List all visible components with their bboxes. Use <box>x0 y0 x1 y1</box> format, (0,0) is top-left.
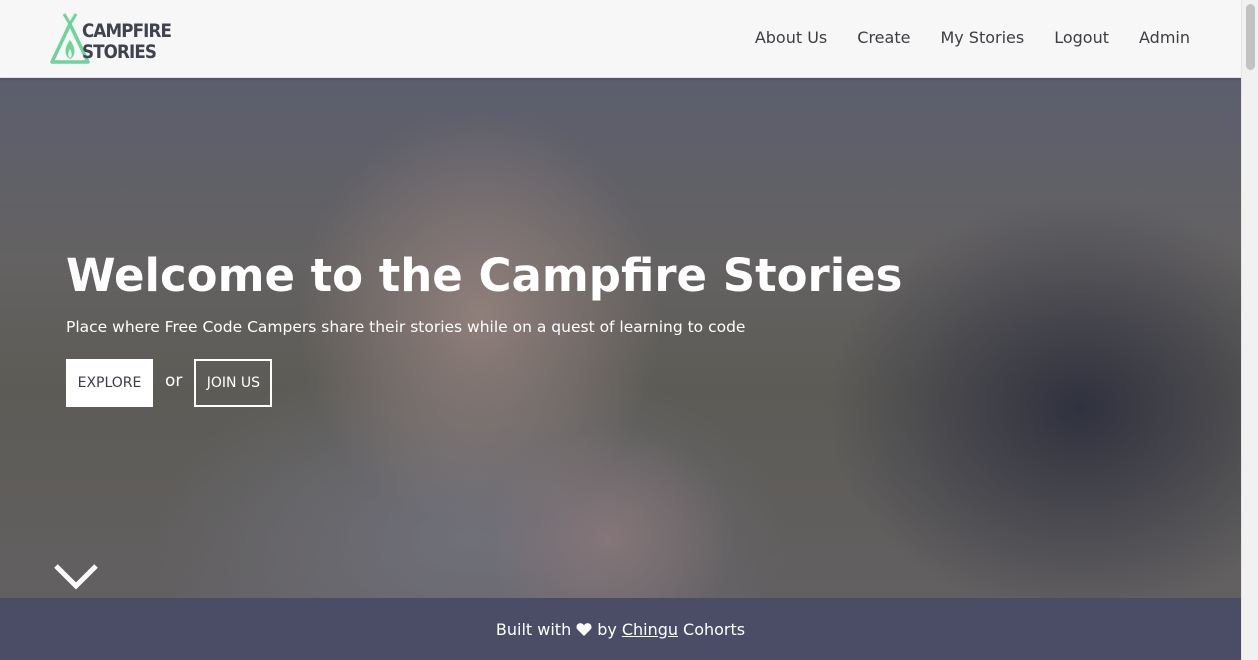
page-scrollbar[interactable] <box>1241 0 1258 660</box>
or-text: or <box>165 371 183 391</box>
footer-suffix: Cohorts <box>683 619 746 639</box>
footer-bar: Built with by Chingu Cohorts <box>0 598 1241 660</box>
hero-title: Welcome to the Campfire Stories <box>66 249 903 302</box>
hero-content: Welcome to the Campfire Stories Place wh… <box>66 248 902 407</box>
footer-by: by <box>597 619 617 639</box>
nav-about-us[interactable]: About Us <box>755 27 827 49</box>
brand-line1: CAMPFIRE <box>82 20 172 42</box>
nav-logout[interactable]: Logout <box>1054 27 1109 49</box>
hero-subtitle: Place where Free Code Campers share thei… <box>66 318 746 336</box>
chevron-down-icon[interactable] <box>54 562 98 592</box>
top-navbar: CAMPFIRE STORIES About Us Create My Stor… <box>0 0 1241 78</box>
chingu-link[interactable]: Chingu <box>622 620 678 639</box>
footer-prefix: Built with <box>495 619 572 639</box>
brand-logo[interactable]: CAMPFIRE STORIES <box>50 12 172 66</box>
scrollbar-thumb[interactable] <box>1246 4 1255 70</box>
page-viewport: CAMPFIRE STORIES About Us Create My Stor… <box>0 0 1241 660</box>
explore-button[interactable]: EXPLORE <box>66 359 153 407</box>
heart-icon <box>576 622 592 637</box>
nav-create[interactable]: Create <box>857 27 910 49</box>
footer-credit: Built with by Chingu Cohorts <box>496 620 745 639</box>
brand-line2: STORIES <box>82 41 157 63</box>
hero-section: Welcome to the Campfire Stories Place wh… <box>0 78 1241 598</box>
cta-row: EXPLORE or JOIN US <box>66 359 902 407</box>
join-us-button[interactable]: JOIN US <box>194 359 273 407</box>
brand-wordmark: CAMPFIRE STORIES <box>82 20 172 63</box>
nav-my-stories[interactable]: My Stories <box>940 27 1024 49</box>
main-nav: About Us Create My Stories Logout Admin <box>725 27 1190 49</box>
nav-admin[interactable]: Admin <box>1139 27 1190 49</box>
